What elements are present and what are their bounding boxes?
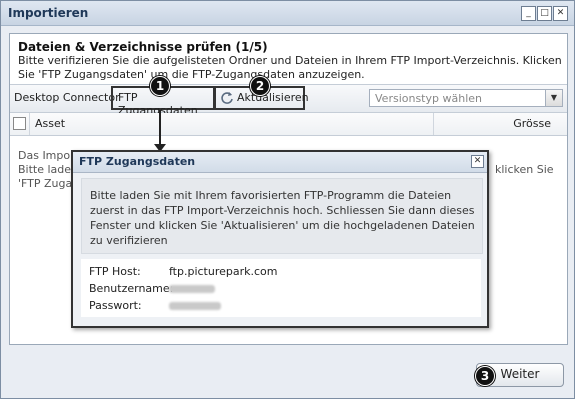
annotation-badge-1: 1 bbox=[150, 76, 170, 96]
chevron-down-icon[interactable]: ▼ bbox=[545, 90, 562, 106]
minimize-button[interactable]: _ bbox=[521, 6, 536, 21]
window-title: Importieren bbox=[8, 6, 89, 20]
ftp-host-label: FTP Host: bbox=[89, 265, 141, 278]
step-instructions: Bitte verifizieren Sie die aufgelisteten… bbox=[18, 54, 562, 81]
dialog-title-bar: FTP Zugangsdaten ✕ bbox=[73, 152, 487, 173]
version-type-select[interactable]: Versionstyp wählen ▼ bbox=[369, 89, 563, 107]
column-separator bbox=[29, 113, 30, 135]
refresh-label: Aktualisieren bbox=[237, 91, 309, 104]
column-asset[interactable]: Asset bbox=[35, 117, 65, 130]
background-line-fragment: klicken Sie bbox=[495, 163, 554, 176]
dialog-close-icon[interactable]: ✕ bbox=[471, 155, 484, 168]
password-label: Passwort: bbox=[89, 299, 142, 312]
select-all-checkbox[interactable] bbox=[13, 117, 26, 130]
version-type-placeholder: Versionstyp wählen bbox=[375, 92, 482, 105]
annotation-badge-2: 2 bbox=[250, 76, 270, 96]
dialog-message: Bitte laden Sie mit Ihrem favorisierten … bbox=[90, 189, 475, 247]
username-value-redacted bbox=[169, 285, 215, 293]
ftp-host-row: FTP Host: ftp.picturepark.com bbox=[89, 265, 278, 278]
title-bar: Importieren _ □ ✕ bbox=[1, 1, 574, 26]
step-header: Dateien & Verzeichnisse prüfen (1/5) Bit… bbox=[10, 34, 567, 85]
step-title: Dateien & Verzeichnisse prüfen (1/5) bbox=[18, 40, 268, 54]
password-row: Passwort: bbox=[89, 299, 221, 312]
annotation-connector bbox=[159, 110, 161, 146]
toolbar: Desktop Connector FTP Zugangsdaten Aktua… bbox=[10, 85, 567, 117]
column-size[interactable]: Grösse bbox=[513, 117, 551, 130]
dialog-title: FTP Zugangsdaten bbox=[79, 155, 196, 168]
refresh-icon bbox=[220, 91, 234, 108]
username-row: Benutzername: bbox=[89, 282, 215, 295]
ftp-credentials-info: FTP Host: ftp.picturepark.com Benutzernam… bbox=[81, 259, 481, 317]
close-button[interactable]: ✕ bbox=[553, 6, 568, 21]
column-separator bbox=[433, 113, 434, 135]
desktop-connector-button[interactable]: Desktop Connector bbox=[14, 91, 120, 104]
grid-header: Asset Grösse bbox=[10, 113, 567, 136]
maximize-button[interactable]: □ bbox=[537, 6, 552, 21]
annotation-badge-3: 3 bbox=[475, 366, 495, 386]
dialog-message-box: Bitte laden Sie mit Ihrem favorisierten … bbox=[81, 178, 483, 254]
username-label: Benutzername: bbox=[89, 282, 174, 295]
ftp-host-value: ftp.picturepark.com bbox=[169, 265, 278, 278]
password-value-redacted bbox=[169, 302, 221, 310]
ftp-credentials-dialog: FTP Zugangsdaten ✕ Bitte laden Sie mit I… bbox=[71, 150, 489, 328]
